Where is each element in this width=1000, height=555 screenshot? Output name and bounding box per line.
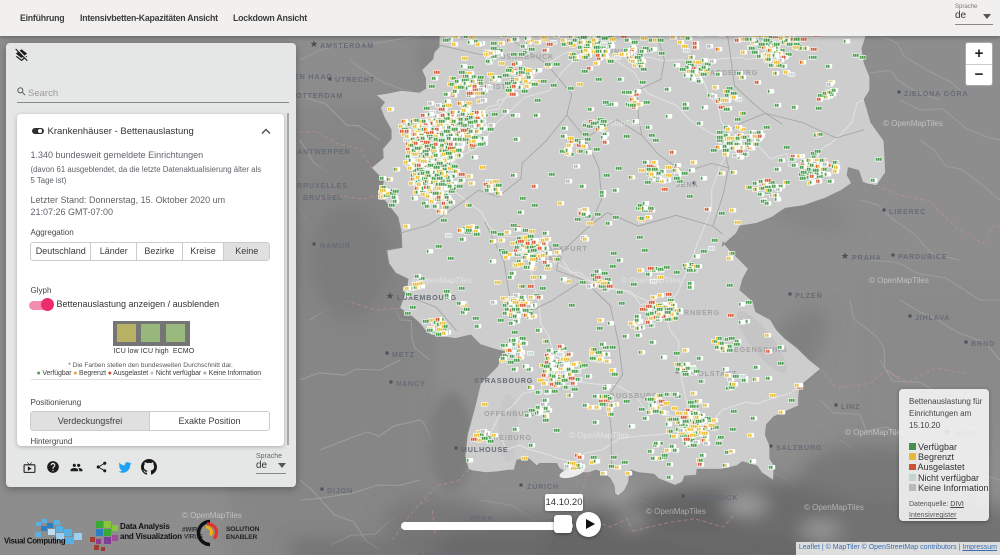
- svg-text:ANTWERPEN: ANTWERPEN: [297, 147, 351, 156]
- svg-text:© OpenMapTiles: © OpenMapTiles: [646, 507, 706, 516]
- svg-text:NANCY: NANCY: [396, 379, 426, 388]
- svg-text:and Visualization: and Visualization: [120, 532, 182, 541]
- svg-text:© OpenMapTiles: © OpenMapTiles: [804, 503, 864, 512]
- svg-text:© OpenMapTiles: © OpenMapTiles: [569, 431, 629, 440]
- svg-text:AMSTERDAM: AMSTERDAM: [320, 41, 374, 50]
- svg-text:ZÜRICH: ZÜRICH: [527, 482, 559, 491]
- svg-text:STRASBOURG: STRASBOURG: [474, 376, 533, 385]
- svg-text:SOLUTION: SOLUTION: [226, 526, 260, 533]
- svg-text:PARDUBICE: PARDUBICE: [898, 252, 947, 261]
- svg-text:ROTTERDAM: ROTTERDAM: [290, 91, 343, 100]
- svg-text:PRAHA: PRAHA: [852, 253, 882, 262]
- svg-text:- BRUSSEL: - BRUSSEL: [297, 193, 343, 202]
- svg-text:Data Analysis: Data Analysis: [120, 522, 170, 531]
- svg-text:LAUSANNE: LAUSANNE: [418, 548, 464, 555]
- svg-text:LINZ: LINZ: [841, 402, 860, 411]
- svg-text:ZIELONA GÓRA: ZIELONA GÓRA: [904, 89, 968, 98]
- svg-text:DIJON: DIJON: [327, 486, 353, 495]
- svg-text:LIBEREC: LIBEREC: [889, 207, 926, 216]
- svg-text:MAGDEBURG: MAGDEBURG: [703, 68, 758, 77]
- svg-text:SALZBURG: SALZBURG: [776, 443, 822, 452]
- svg-text:METZ: METZ: [392, 350, 415, 359]
- svg-text:PLZEŇ: PLZEŇ: [795, 291, 823, 300]
- svg-text:ENABLER: ENABLER: [226, 534, 258, 541]
- svg-text:© OpenMapTiles: © OpenMapTiles: [883, 119, 943, 128]
- svg-text:UTRECHT: UTRECHT: [335, 75, 375, 84]
- svg-text:© OpenMapTiles: © OpenMapTiles: [869, 276, 929, 285]
- svg-text:BRNO: BRNO: [971, 339, 995, 348]
- svg-text:BRUXELLES: BRUXELLES: [297, 181, 348, 190]
- svg-text:INNSBRUCK: INNSBRUCK: [688, 493, 738, 502]
- svg-text:© OpenMapTiles: © OpenMapTiles: [845, 428, 905, 437]
- svg-text:NAMUR: NAMUR: [320, 241, 351, 250]
- svg-text:Visual Computing: Visual Computing: [4, 537, 66, 546]
- svg-text:MULHOUSE: MULHOUSE: [461, 445, 509, 454]
- svg-text:JIHLAVA: JIHLAVA: [915, 313, 950, 322]
